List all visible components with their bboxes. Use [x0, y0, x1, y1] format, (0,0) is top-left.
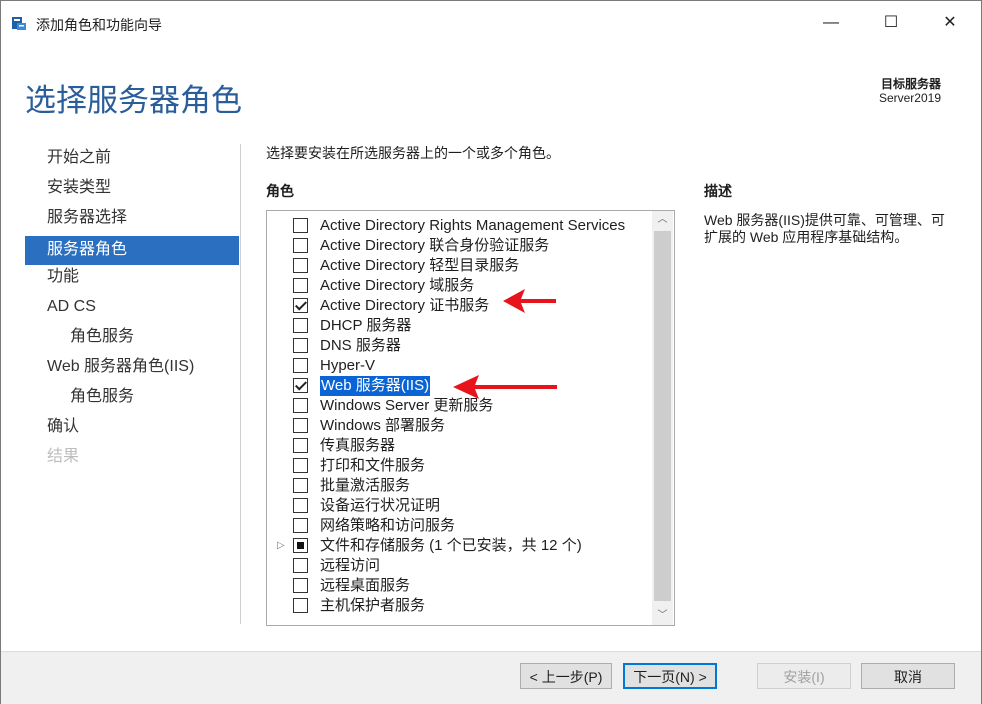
role-label[interactable]: Active Directory 联合身份验证服务 — [320, 236, 549, 256]
role-label[interactable]: 网络策略和访问服务 — [320, 516, 455, 536]
description-text: Web 服务器(IIS)提供可靠、可管理、可扩展的 Web 应用程序基础结构。 — [704, 212, 945, 245]
previous-button[interactable]: < 上一步(P) — [520, 663, 612, 689]
role-row-volume-activation[interactable]: 批量激活服务 — [267, 476, 652, 496]
next-button[interactable]: 下一页(N) > — [623, 663, 717, 689]
nav-item-iis-role-services[interactable]: 角色服务 — [25, 385, 239, 415]
role-row-remote-desktop[interactable]: 远程桌面服务 — [267, 576, 652, 596]
role-label[interactable]: 设备运行状况证明 — [320, 496, 440, 516]
title-bar[interactable]: 添加角色和功能向导 — ☐ ✕ — [1, 1, 981, 45]
nav-item-results: 结果 — [47, 448, 80, 465]
role-row-ad-rms[interactable]: Active Directory Rights Management Servi… — [267, 216, 652, 236]
role-row-ad-fs[interactable]: Active Directory 联合身份验证服务 — [267, 236, 652, 256]
role-checkbox[interactable] — [293, 278, 308, 293]
role-checkbox[interactable] — [293, 478, 308, 493]
role-label[interactable]: DNS 服务器 — [320, 336, 401, 356]
role-checkbox[interactable] — [293, 338, 308, 353]
annotation-arrow-ad-cs — [503, 289, 556, 313]
role-checkbox[interactable] — [293, 538, 308, 553]
role-row-dhcp[interactable]: DHCP 服务器 — [267, 316, 652, 336]
nav-item-installation-type[interactable]: 安装类型 — [25, 176, 239, 206]
role-row-remote-access[interactable]: 远程访问 — [267, 556, 652, 576]
role-label[interactable]: 远程桌面服务 — [320, 576, 410, 596]
role-row-print-file[interactable]: 打印和文件服务 — [267, 456, 652, 476]
role-label[interactable]: 文件和存储服务 (1 个已安装，共 12 个) — [320, 536, 582, 556]
nav-item-ad-cs[interactable]: AD CS — [25, 295, 239, 325]
role-row-npas[interactable]: 网络策略和访问服务 — [267, 516, 652, 536]
window-title: 添加角色和功能向导 — [36, 17, 162, 33]
maximize-button[interactable]: ☐ — [861, 1, 921, 45]
role-checkbox[interactable] — [293, 238, 308, 253]
role-checkbox[interactable] — [293, 418, 308, 433]
server-manager-icon — [12, 17, 26, 30]
wizard-nav: 开始之前 安装类型 服务器选择 服务器角色 功能 AD CS 角色服务 Web … — [25, 146, 239, 475]
role-row-ad-cs[interactable]: Active Directory 证书服务 — [267, 296, 652, 316]
role-label[interactable]: DHCP 服务器 — [320, 316, 411, 336]
role-checkbox[interactable] — [293, 598, 308, 613]
role-checkbox[interactable] — [293, 298, 308, 313]
target-server-label: 目标服务器 — [880, 77, 941, 91]
role-label[interactable]: 打印和文件服务 — [320, 456, 425, 476]
role-row-dns[interactable]: DNS 服务器 — [267, 336, 652, 356]
roles-scrollbar[interactable]: ︿ ﹀ — [652, 211, 673, 625]
target-server-value: Server2019 — [878, 91, 941, 105]
nav-divider — [240, 144, 241, 624]
role-checkbox[interactable] — [293, 318, 308, 333]
minimize-icon: — — [823, 14, 839, 31]
instruction-text: 选择要安装在所选服务器上的一个或多个角色。 — [266, 145, 560, 161]
role-row-host-guardian[interactable]: 主机保护者服务 — [267, 596, 652, 616]
role-label[interactable]: Windows 部署服务 — [320, 416, 445, 436]
nav-item-confirmation[interactable]: 确认 — [25, 415, 239, 445]
role-row-fax[interactable]: 传真服务器 — [267, 436, 652, 456]
role-label[interactable]: 主机保护者服务 — [320, 596, 425, 616]
scroll-thumb[interactable] — [654, 231, 671, 601]
role-checkbox[interactable] — [293, 258, 308, 273]
description-heading: 描述 — [704, 183, 732, 199]
role-checkbox[interactable] — [293, 558, 308, 573]
role-checkbox[interactable] — [293, 358, 308, 373]
maximize-icon: ☐ — [883, 14, 899, 31]
page-title: 选择服务器角色 — [25, 83, 242, 118]
role-row-file-storage[interactable]: ▷ 文件和存储服务 (1 个已安装，共 12 个) — [267, 536, 652, 556]
role-label[interactable]: 远程访问 — [320, 556, 380, 576]
close-icon: ✕ — [943, 14, 957, 31]
role-row-device-health[interactable]: 设备运行状况证明 — [267, 496, 652, 516]
page-header: 选择服务器角色 目标服务器 Server2019 — [1, 45, 981, 137]
roles-listbox[interactable]: Active Directory Rights Management Servi… — [266, 210, 675, 626]
role-label[interactable]: 传真服务器 — [320, 436, 395, 456]
role-checkbox[interactable] — [293, 518, 308, 533]
role-row-wds[interactable]: Windows 部署服务 — [267, 416, 652, 436]
roles-heading: 角色 — [266, 183, 294, 199]
role-label[interactable]: Active Directory 域服务 — [320, 276, 474, 296]
minimize-button[interactable]: — — [801, 1, 861, 45]
role-label[interactable]: Active Directory 轻型目录服务 — [320, 256, 519, 276]
role-checkbox[interactable] — [293, 438, 308, 453]
chevron-up-icon[interactable]: ︿ — [652, 211, 673, 229]
nav-item-features[interactable]: 功能 — [25, 265, 239, 295]
nav-item-server-roles[interactable]: 服务器角色 — [25, 236, 239, 265]
nav-item-web-server-role[interactable]: Web 服务器角色(IIS) — [25, 355, 239, 385]
role-label[interactable]: Web 服务器(IIS) — [320, 376, 431, 396]
nav-item-server-selection[interactable]: 服务器选择 — [25, 206, 239, 236]
install-button: 安装(I) — [757, 663, 851, 689]
nav-item-ad-cs-role-services[interactable]: 角色服务 — [25, 325, 239, 355]
role-checkbox[interactable] — [293, 378, 308, 393]
role-checkbox[interactable] — [293, 398, 308, 413]
role-label[interactable]: Active Directory 证书服务 — [320, 296, 489, 316]
role-checkbox[interactable] — [293, 218, 308, 233]
role-row-ad-lds[interactable]: Active Directory 轻型目录服务 — [267, 256, 652, 276]
cancel-button[interactable]: 取消 — [861, 663, 955, 689]
role-checkbox[interactable] — [293, 578, 308, 593]
role-label[interactable]: Hyper-V — [320, 356, 375, 376]
role-label[interactable]: 批量激活服务 — [320, 476, 410, 496]
role-checkbox[interactable] — [293, 498, 308, 513]
annotation-arrow-web-server — [453, 375, 557, 399]
close-button[interactable]: ✕ — [920, 1, 980, 45]
role-row-ad-ds[interactable]: Active Directory 域服务 — [267, 276, 652, 296]
wizard-window: 添加角色和功能向导 — ☐ ✕ 选择服务器角色 目标服务器 Server2019… — [0, 0, 982, 704]
role-checkbox[interactable] — [293, 458, 308, 473]
role-label[interactable]: Active Directory Rights Management Servi… — [320, 216, 625, 236]
expand-triangle-icon[interactable]: ▷ — [277, 536, 285, 556]
nav-item-before-you-begin[interactable]: 开始之前 — [25, 146, 239, 176]
chevron-down-icon[interactable]: ﹀ — [652, 607, 673, 625]
